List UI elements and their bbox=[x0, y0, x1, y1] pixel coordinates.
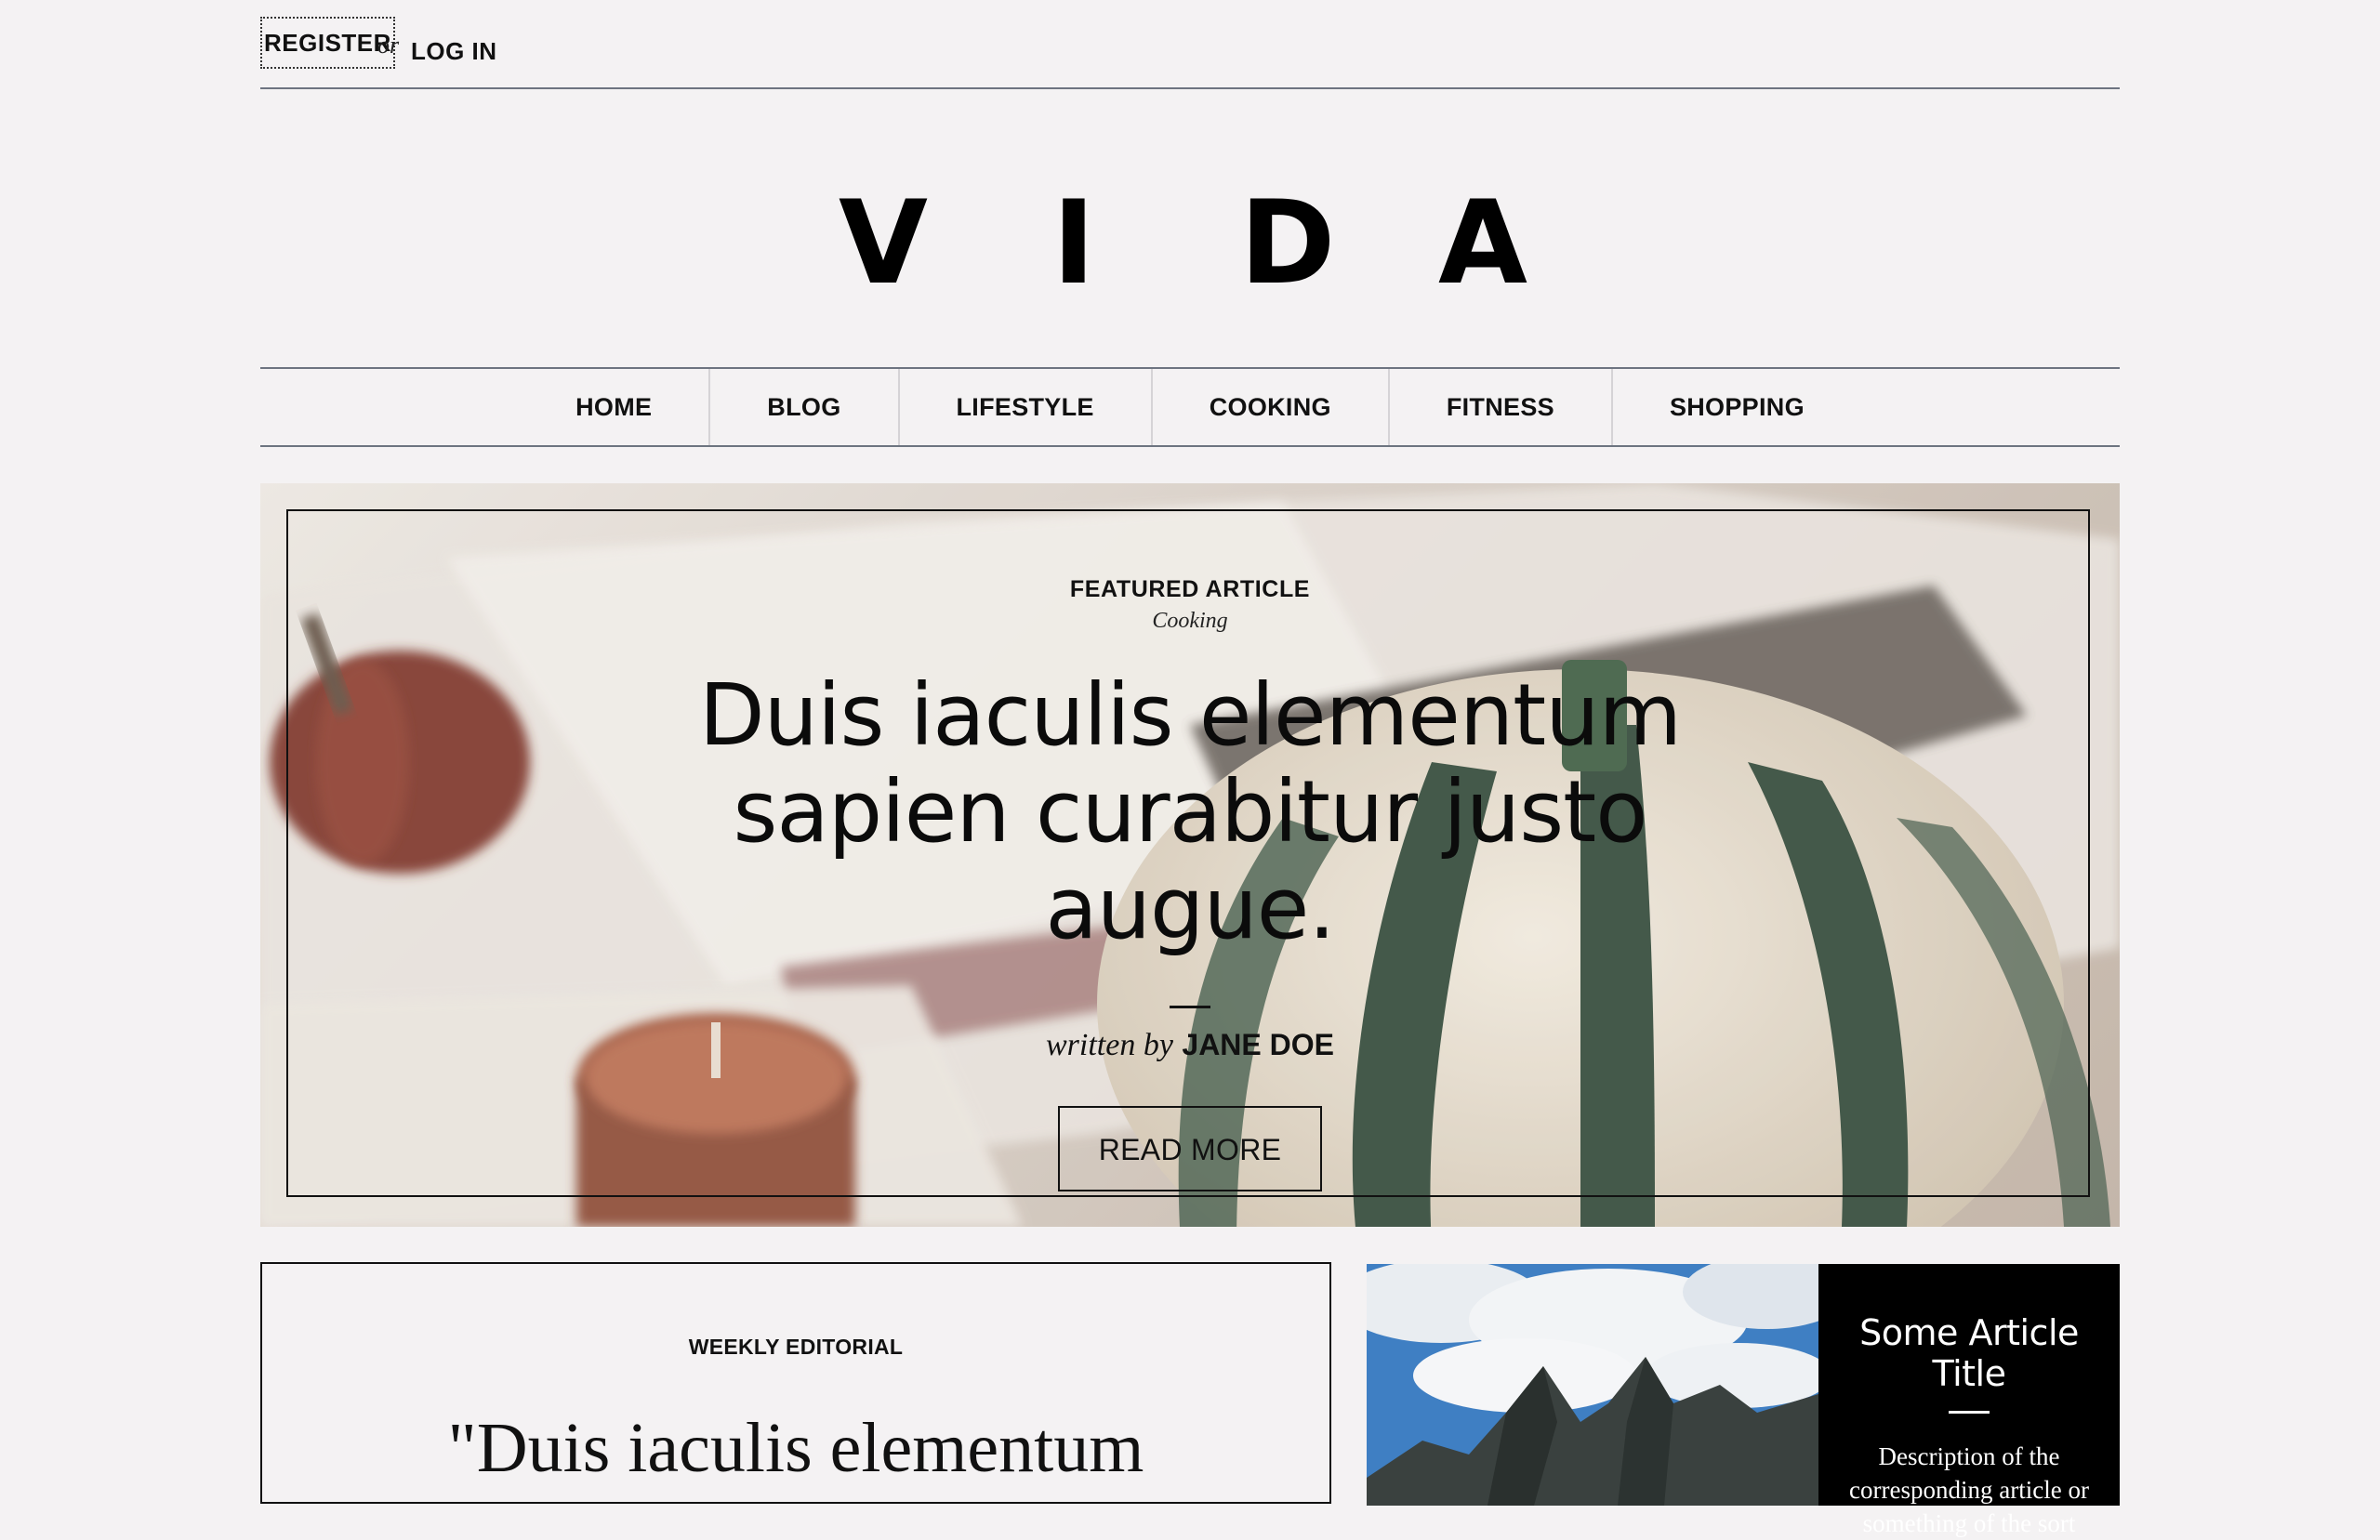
article-card-image bbox=[1367, 1264, 1818, 1506]
nav-item-shopping[interactable]: SHOPPING bbox=[1613, 369, 1861, 445]
logo-letter: I bbox=[1051, 177, 1096, 310]
auth-bar: REGISTER or LOG IN bbox=[260, 0, 2120, 89]
featured-category[interactable]: Cooking bbox=[260, 609, 2120, 634]
card-title[interactable]: Some Article Title bbox=[1818, 1312, 2120, 1394]
card-divider bbox=[1949, 1411, 1990, 1414]
editorial-quote: "Duis iaculis elementum bbox=[447, 1409, 1144, 1487]
featured-article-hero: FEATURED ARTICLE Cooking Duis iaculis el… bbox=[260, 483, 2120, 1227]
weekly-editorial-card[interactable]: WEEKLY EDITORIAL "Duis iaculis elementum bbox=[260, 1262, 1331, 1504]
featured-label: FEATURED ARTICLE bbox=[1069, 576, 1311, 602]
login-link[interactable]: LOG IN bbox=[411, 37, 497, 66]
read-more-button[interactable]: READ MORE bbox=[1058, 1106, 1322, 1191]
or-separator: or bbox=[377, 32, 400, 59]
nav-item-fitness[interactable]: FITNESS bbox=[1390, 369, 1613, 445]
nav-item-cooking[interactable]: COOKING bbox=[1153, 369, 1390, 445]
nav-item-blog[interactable]: BLOG bbox=[710, 369, 900, 445]
logo-letter: V bbox=[839, 177, 928, 310]
author-name[interactable]: JANE DOE bbox=[1182, 1028, 1334, 1061]
logo-letter: A bbox=[1438, 177, 1527, 310]
title-divider bbox=[1170, 1006, 1210, 1008]
main-nav: HOME BLOG LIFESTYLE COOKING FITNESS SHOP… bbox=[260, 367, 2120, 447]
nav-item-home[interactable]: HOME bbox=[519, 369, 711, 445]
nav-item-lifestyle[interactable]: LIFESTYLE bbox=[900, 369, 1153, 445]
featured-title[interactable]: Duis iaculis elementum sapien curabitur … bbox=[586, 667, 1794, 957]
hero-content: FEATURED ARTICLE Cooking Duis iaculis el… bbox=[260, 576, 2120, 1191]
page: REGISTER or LOG IN VI DA HOME BLOG LIFEST… bbox=[260, 0, 2120, 1537]
article-card-panel: Some Article Title Description of the co… bbox=[1818, 1264, 2120, 1537]
editorial-label: WEEKLY EDITORIAL bbox=[688, 1335, 904, 1359]
logo-letter: D bbox=[1239, 177, 1336, 310]
article-card[interactable]: Some Article Title Description of the co… bbox=[1367, 1264, 2120, 1537]
register-link[interactable]: REGISTER bbox=[260, 17, 395, 69]
card-description: Description of the corresponding article… bbox=[1849, 1442, 2089, 1537]
byline: written by JANE DOE bbox=[260, 1027, 2120, 1063]
site-logo[interactable]: VI DA bbox=[260, 177, 2120, 310]
byline-prefix: written by bbox=[1046, 1028, 1173, 1062]
